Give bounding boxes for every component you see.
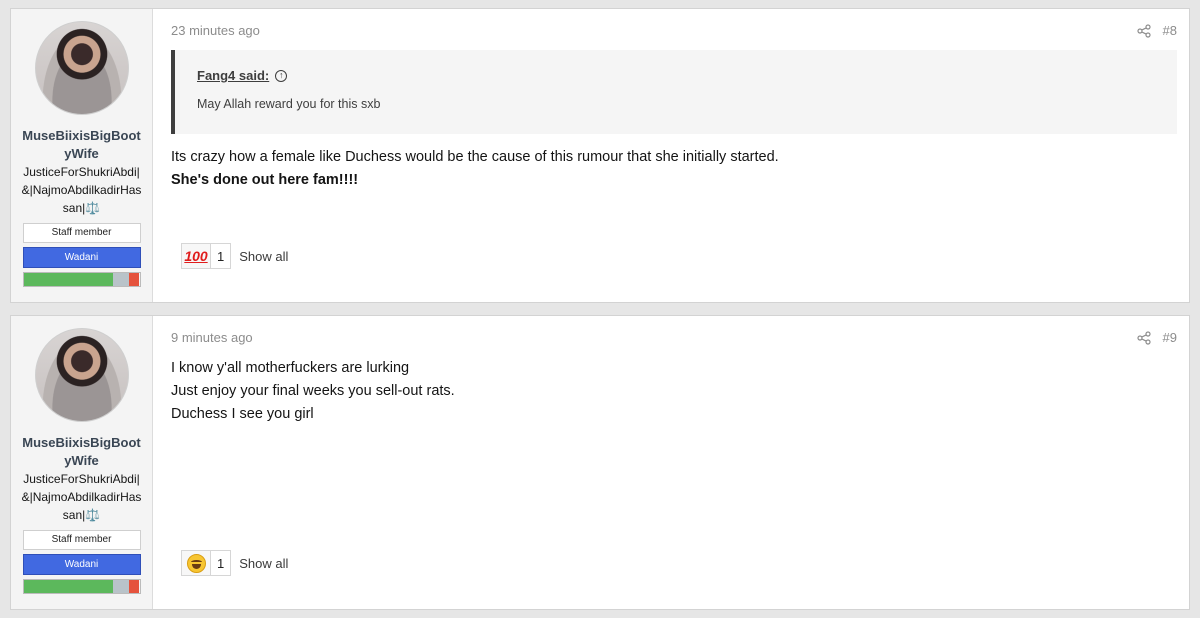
post-number-link[interactable]: #9	[1163, 330, 1177, 345]
show-all-reactions-link[interactable]: Show all	[239, 249, 288, 264]
reaction-summary[interactable]: 100 1	[181, 243, 232, 269]
post-date[interactable]: 23 minutes ago	[171, 23, 260, 38]
rep-green	[23, 580, 113, 593]
quote-text: May Allah reward you for this sxb	[197, 97, 381, 111]
rep-green	[23, 273, 113, 286]
reactions-bar: 1 Show all	[181, 550, 288, 576]
quote-header: Fang4 said: ↑	[197, 68, 1177, 83]
post-number-link[interactable]: #8	[1163, 23, 1177, 38]
share-icon[interactable]	[1136, 23, 1151, 38]
user-title: JusticeForShukriAbdi|&|NajmoAbdilkadirHa…	[21, 472, 142, 522]
reaction-count: 1	[217, 555, 225, 571]
reaction-summary[interactable]: 1	[181, 550, 232, 576]
post-body-line: Duchess I see you girl	[171, 406, 314, 422]
reputation-bar	[22, 272, 141, 287]
post-body-line: I know y'all motherfuckers are lurking	[171, 360, 410, 376]
quote-block: Fang4 said: ↑ May Allah reward you for t…	[171, 50, 1177, 134]
post-body: I know y'all motherfuckers are lurking J…	[171, 357, 455, 426]
post-body-line: Just enjoy your final weeks you sell-out…	[171, 383, 455, 399]
post-tools: #9	[1136, 330, 1177, 345]
username[interactable]: MuseBiixisBigBootyWife	[22, 127, 142, 163]
reaction-count: 1	[217, 248, 225, 264]
user-title: JusticeForShukriAbdi|&|NajmoAbdilkadirHa…	[21, 165, 142, 215]
quote-author-link[interactable]: Fang4 said:	[197, 68, 269, 83]
post-body-bold-line: She's done out here fam!!!!	[171, 172, 359, 188]
user-info: MuseBiixisBigBootyWife JusticeForShukriA…	[11, 9, 153, 302]
laughing-face-icon	[182, 551, 211, 575]
user-info: MuseBiixisBigBootyWife JusticeForShukriA…	[11, 316, 153, 609]
arrow-up-circle-icon[interactable]: ↑	[275, 69, 288, 82]
post-content: 9 minutes ago #9 I know y'all motherfuck…	[153, 316, 1189, 609]
reactions-bar: 100 1 Show all	[181, 243, 288, 269]
hundred-points-icon: 100	[182, 244, 211, 268]
share-icon[interactable]	[1136, 330, 1151, 345]
username[interactable]: MuseBiixisBigBootyWife	[22, 434, 142, 470]
avatar[interactable]	[34, 328, 129, 422]
reputation-bar	[22, 579, 141, 594]
post-date[interactable]: 9 minutes ago	[171, 330, 253, 345]
post-content: 23 minutes ago #8 Fang4 said: ↑ May Alla…	[153, 9, 1189, 302]
staff-badge: Staff member	[22, 530, 141, 550]
staff-badge: Staff member	[22, 223, 141, 243]
rep-gray	[112, 580, 130, 593]
post-body-line: Its crazy how a female like Duchess woul…	[171, 149, 779, 165]
rep-gray	[112, 273, 130, 286]
post-9: MuseBiixisBigBootyWife JusticeForShukriA…	[10, 315, 1190, 610]
post-8: MuseBiixisBigBootyWife JusticeForShukriA…	[10, 8, 1190, 303]
group-badge: Wadani	[22, 554, 141, 575]
post-body: Its crazy how a female like Duchess woul…	[171, 146, 779, 192]
group-badge: Wadani	[22, 247, 141, 268]
rep-red	[129, 580, 140, 593]
rep-red	[129, 273, 140, 286]
post-tools: #8	[1136, 23, 1177, 38]
show-all-reactions-link[interactable]: Show all	[239, 556, 288, 571]
avatar[interactable]	[34, 21, 129, 115]
